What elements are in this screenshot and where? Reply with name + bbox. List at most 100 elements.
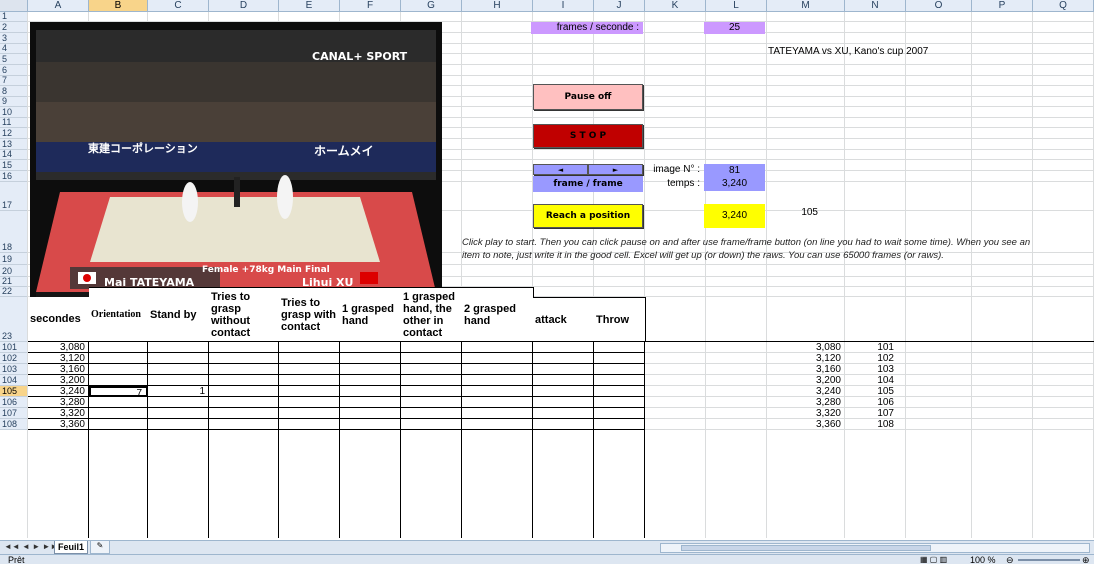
grid-col-line xyxy=(1032,12,1033,538)
row-header-7[interactable]: 7 xyxy=(0,75,28,86)
frame-mirror-cell[interactable]: 106 xyxy=(845,397,898,408)
row-header-18[interactable]: 18 xyxy=(0,211,28,253)
column-header-f[interactable]: F xyxy=(340,0,401,12)
frame-mirror-cell[interactable]: 101 xyxy=(845,342,898,353)
grid-col-line xyxy=(705,12,706,538)
row-header-104[interactable]: 104 xyxy=(0,375,28,386)
row-header-102[interactable]: 102 xyxy=(0,353,28,364)
fps-label: frames / seconde : xyxy=(531,22,643,34)
image-number-value[interactable]: 81 xyxy=(704,164,765,177)
time-mirror-cell[interactable]: 3,280 xyxy=(767,397,845,408)
row-header-23[interactable]: 23 xyxy=(0,297,28,342)
reach-time-value[interactable]: 3,240 xyxy=(704,204,765,228)
time-label: temps : xyxy=(667,178,700,189)
column-header-k[interactable]: K xyxy=(645,0,706,12)
table-header-4: Tries to grasp with contact xyxy=(279,287,341,342)
column-header-a[interactable]: A xyxy=(28,0,89,12)
column-header-i[interactable]: I xyxy=(533,0,594,12)
sheet-tab-feuil1[interactable]: Feuil1 xyxy=(54,541,88,554)
row-header-11[interactable]: 11 xyxy=(0,117,28,128)
table-col-line xyxy=(278,342,279,538)
column-header-q[interactable]: Q xyxy=(1033,0,1094,12)
column-header-p[interactable]: P xyxy=(972,0,1033,12)
row-header-14[interactable]: 14 xyxy=(0,149,28,160)
table-header-7: 2 grasped hand xyxy=(462,287,534,342)
frame-by-frame-button[interactable]: frame / frame xyxy=(533,176,643,192)
row-header-16[interactable]: 16 xyxy=(0,171,28,182)
row-header-1[interactable]: 1 xyxy=(0,11,28,22)
prev-frame-button[interactable]: ◄ xyxy=(533,164,588,175)
video-frame xyxy=(30,22,442,328)
status-bar: Prêt ▦ ▢ ▥ 100 % ⊖ ⊕ xyxy=(0,554,1094,565)
frame-mirror-cell[interactable]: 102 xyxy=(845,353,898,364)
frame-mirror-cell[interactable]: 105 xyxy=(845,386,898,397)
column-header-l[interactable]: L xyxy=(706,0,767,12)
column-header-g[interactable]: G xyxy=(401,0,462,12)
row-header-15[interactable]: 15 xyxy=(0,160,28,171)
reach-position-button[interactable]: Reach a position xyxy=(533,204,643,228)
column-header-d[interactable]: D xyxy=(209,0,279,12)
tab-nav-icon[interactable]: ◄◄ ◄ ► ►► xyxy=(4,542,58,551)
row-header-17[interactable]: 17 xyxy=(0,182,28,211)
time-mirror-cell[interactable]: 3,200 xyxy=(767,375,845,386)
scroll-thumb[interactable] xyxy=(681,545,931,551)
row-header-5[interactable]: 5 xyxy=(0,54,28,65)
table-header-8: attack xyxy=(533,297,595,342)
row-header-22[interactable]: 22 xyxy=(0,286,28,297)
row-header-106[interactable]: 106 xyxy=(0,397,28,408)
frame-mirror-cell[interactable]: 108 xyxy=(845,419,898,430)
row-header-107[interactable]: 107 xyxy=(0,408,28,419)
grid-col-line xyxy=(27,12,28,538)
instructions-text: Click play to start. Then you can click … xyxy=(462,237,1031,261)
row-header-103[interactable]: 103 xyxy=(0,364,28,375)
table-row-line xyxy=(28,429,645,430)
table-col-line xyxy=(88,342,89,538)
frame-mirror-cell[interactable]: 104 xyxy=(845,375,898,386)
grid-col-line xyxy=(971,12,972,538)
new-sheet-icon[interactable]: ✎ xyxy=(90,541,110,554)
row-header-4[interactable]: 4 xyxy=(0,43,28,54)
grid-col-line xyxy=(905,12,906,538)
column-header-m[interactable]: M xyxy=(767,0,845,12)
next-frame-button[interactable]: ► xyxy=(588,164,643,175)
sponsor-banner: 東建コーポレーション xyxy=(88,142,198,155)
row-header-105[interactable]: 105 xyxy=(0,386,28,397)
row-header-108[interactable]: 108 xyxy=(0,419,28,430)
column-header-j[interactable]: J xyxy=(594,0,645,12)
frame-mirror-cell[interactable]: 107 xyxy=(845,408,898,419)
column-header-b[interactable]: B xyxy=(89,0,148,12)
row-header-12[interactable]: 12 xyxy=(0,128,28,139)
fps-value[interactable]: 25 xyxy=(704,22,765,34)
stop-button[interactable]: S T O P xyxy=(533,124,643,148)
table-header-6: 1 grasped hand, the other in contact xyxy=(401,287,463,342)
table-header-2: Stand by xyxy=(148,287,210,342)
reach-frame-value[interactable]: 105 xyxy=(768,207,818,219)
zoom-slider[interactable] xyxy=(1018,559,1080,561)
row-header-19[interactable]: 19 xyxy=(0,253,28,265)
table-col-line xyxy=(593,342,594,538)
column-header-o[interactable]: O xyxy=(906,0,972,12)
column-header-n[interactable]: N xyxy=(845,0,906,12)
grid-col-line xyxy=(766,12,767,538)
horizontal-scrollbar[interactable] xyxy=(660,543,1090,553)
time-mirror-cell[interactable]: 3,240 xyxy=(767,386,845,397)
time-value[interactable]: 3,240 xyxy=(704,177,765,191)
time-mirror-cell[interactable]: 3,160 xyxy=(767,364,845,375)
time-mirror-cell[interactable]: 3,080 xyxy=(767,342,845,353)
pause-button[interactable]: Pause off xyxy=(533,84,643,110)
table-col-line xyxy=(644,342,645,538)
frame-mirror-cell[interactable]: 103 xyxy=(845,364,898,375)
arena-banner: ホームメイ xyxy=(314,144,374,158)
table-header-0: secondes xyxy=(28,297,90,342)
video-player[interactable]: CANAL+ SPORT 東建コーポレーション ホームメイ Female +78… xyxy=(30,22,442,328)
column-header-c[interactable]: C xyxy=(148,0,209,12)
time-mirror-cell[interactable]: 3,120 xyxy=(767,353,845,364)
column-header-e[interactable]: E xyxy=(279,0,340,12)
row-header-101[interactable]: 101 xyxy=(0,342,28,353)
table-col-line xyxy=(147,342,148,538)
row-header-2[interactable]: 2 xyxy=(0,22,28,33)
row-header-9[interactable]: 9 xyxy=(0,96,28,107)
column-header-h[interactable]: H xyxy=(462,0,533,12)
time-mirror-cell[interactable]: 3,320 xyxy=(767,408,845,419)
time-mirror-cell[interactable]: 3,360 xyxy=(767,419,845,430)
